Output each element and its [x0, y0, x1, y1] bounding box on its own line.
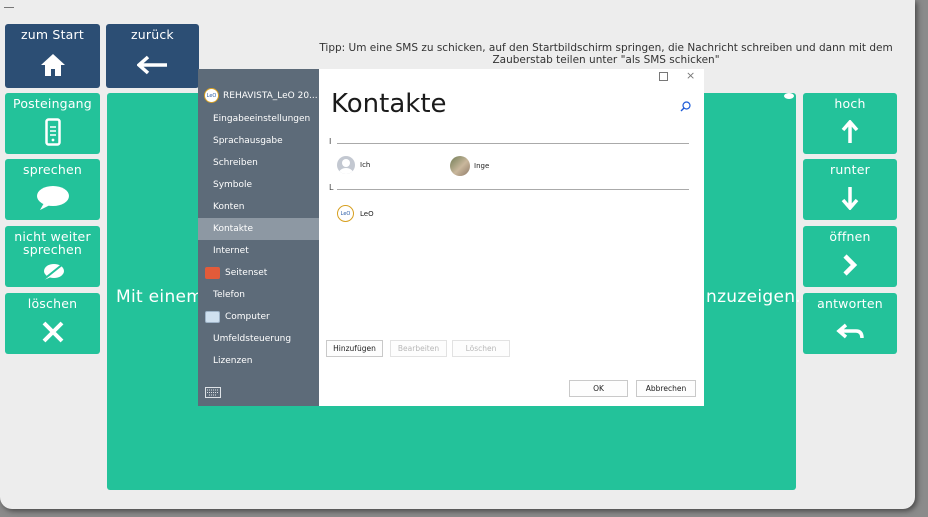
contact-name: LeO	[360, 209, 374, 218]
sidebar-item-label: Lizenzen	[213, 356, 253, 366]
chevron-right-icon	[803, 243, 897, 287]
ok-button[interactable]: OK	[569, 380, 628, 397]
inbox-button[interactable]: Posteingang	[5, 93, 100, 154]
sidebar-item-label: Schreiben	[213, 158, 258, 168]
group-divider	[337, 143, 689, 144]
minimize-marker	[4, 7, 14, 8]
sidebar-item-label: Seitenset	[225, 268, 268, 278]
stop-speaking-button[interactable]: nicht weiter sprechen	[5, 226, 100, 287]
page-title: Kontakte	[331, 89, 447, 119]
group-letter: L	[329, 183, 334, 192]
dialog-close-button[interactable]: ×	[686, 69, 695, 82]
contact-item[interactable]: Inge	[450, 156, 489, 176]
sidebar-item-konten[interactable]: Konten	[198, 196, 319, 218]
group-letter: I	[329, 137, 332, 146]
arrow-left-icon	[106, 41, 199, 88]
group-divider	[337, 189, 689, 190]
open-button[interactable]: öffnen	[803, 226, 897, 287]
arrow-down-icon	[803, 176, 897, 220]
speak-button[interactable]: sprechen	[5, 159, 100, 220]
edit-button[interactable]: Bearbeiten	[390, 340, 447, 357]
sidebar-item-symbole[interactable]: Symbole	[198, 174, 319, 196]
app-window: zum Start zurück Posteingang sprechen ni…	[0, 0, 915, 509]
delete-contact-button[interactable]: Löschen	[452, 340, 510, 357]
contact-item[interactable]: Ich	[337, 156, 370, 174]
sidebar-item-seitenset[interactable]: Seitenset	[198, 262, 319, 284]
reply-button[interactable]: antworten	[803, 293, 897, 354]
sidebar-item-label: Eingabeeinstellungen	[213, 114, 311, 124]
up-button[interactable]: hoch	[803, 93, 897, 154]
home-icon	[5, 41, 100, 88]
close-icon	[5, 310, 100, 354]
app-header: LeO REHAVISTA_LeO 20...	[204, 88, 318, 103]
app-name: REHAVISTA_LeO 20...	[223, 90, 318, 101]
contact-name: Inge	[474, 162, 490, 170]
sidebar-item-label: Symbole	[213, 180, 253, 190]
sidebar-item-telefon[interactable]: Telefon	[198, 284, 319, 306]
sidebar-item-kontakte[interactable]: Kontakte	[198, 218, 319, 240]
computer-icon	[205, 311, 220, 323]
sidebar-item-sprachausgabe[interactable]: Sprachausgabe	[198, 130, 319, 152]
sidebar-item-label: Sprachausgabe	[213, 136, 283, 146]
arrow-up-icon	[803, 110, 897, 154]
restore-button[interactable]	[659, 72, 668, 81]
sidebar-item-eingabeeinstellungen[interactable]: Eingabeeinstellungen	[198, 108, 319, 130]
sidebar-item-label: Telefon	[213, 290, 245, 300]
panel-text-left: Mit einem	[116, 287, 204, 307]
sidebar-item-umfeldsteuerung[interactable]: Umfeldsteuerung	[198, 328, 319, 350]
keyboard-icon[interactable]	[205, 383, 221, 402]
panel-text-right: nzuzeigen.	[706, 287, 802, 307]
phone-icon	[5, 110, 100, 154]
sidebar-item-label: Konten	[213, 202, 245, 212]
panel-indicator	[784, 93, 794, 99]
sidebar-item-schreiben[interactable]: Schreiben	[198, 152, 319, 174]
sidebar-item-internet[interactable]: Internet	[198, 240, 319, 262]
stop-speech-icon	[5, 256, 100, 287]
start-button[interactable]: zum Start	[5, 24, 100, 88]
seitenset-icon	[205, 267, 220, 279]
contact-name: Ich	[360, 161, 371, 169]
cancel-button[interactable]: Abbrechen	[636, 380, 696, 397]
back-button[interactable]: zurück	[106, 24, 199, 88]
reply-icon	[803, 310, 897, 354]
sidebar-item-computer[interactable]: Computer	[198, 306, 319, 328]
speech-bubble-icon	[5, 176, 100, 220]
contact-item[interactable]: LeO LeO	[337, 205, 374, 222]
sidebar-item-label: Umfeldsteuerung	[213, 334, 292, 344]
tip-text: Tipp: Um eine SMS zu schicken, auf den S…	[319, 42, 893, 66]
leo-logo-icon: LeO	[337, 205, 354, 222]
leo-logo-icon: LeO	[204, 88, 219, 103]
sidebar-item-label: Internet	[213, 246, 249, 256]
generic-avatar-icon	[337, 156, 355, 174]
add-button[interactable]: Hinzufügen	[326, 340, 383, 357]
search-icon[interactable]	[680, 97, 691, 116]
sidebar-item-label: Kontakte	[213, 224, 253, 234]
photo-avatar-icon	[450, 156, 470, 176]
sidebar-item-lizenzen[interactable]: Lizenzen	[198, 350, 319, 372]
down-button[interactable]: runter	[803, 159, 897, 220]
delete-button[interactable]: löschen	[5, 293, 100, 354]
sidebar-item-label: Computer	[225, 312, 270, 322]
